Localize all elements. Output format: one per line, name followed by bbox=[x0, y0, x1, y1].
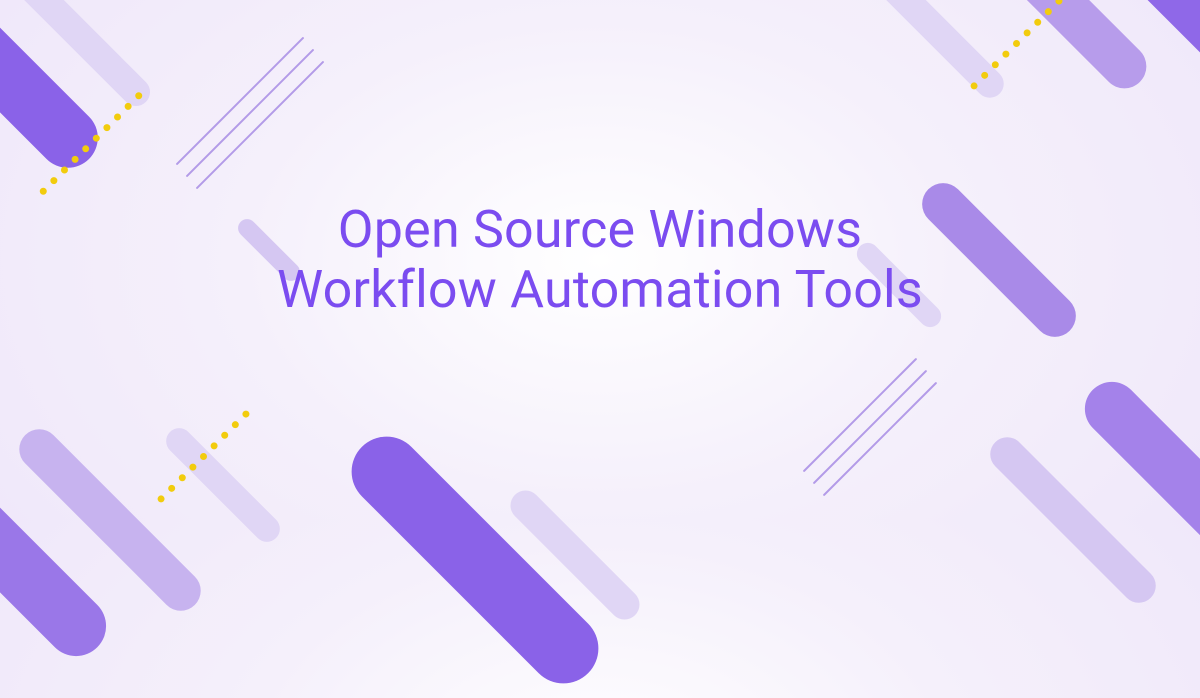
banner-title-wrap: Open Source Windows Workflow Automation … bbox=[0, 0, 1200, 520]
banner-title: Open Source Windows Workflow Automation … bbox=[240, 200, 960, 320]
